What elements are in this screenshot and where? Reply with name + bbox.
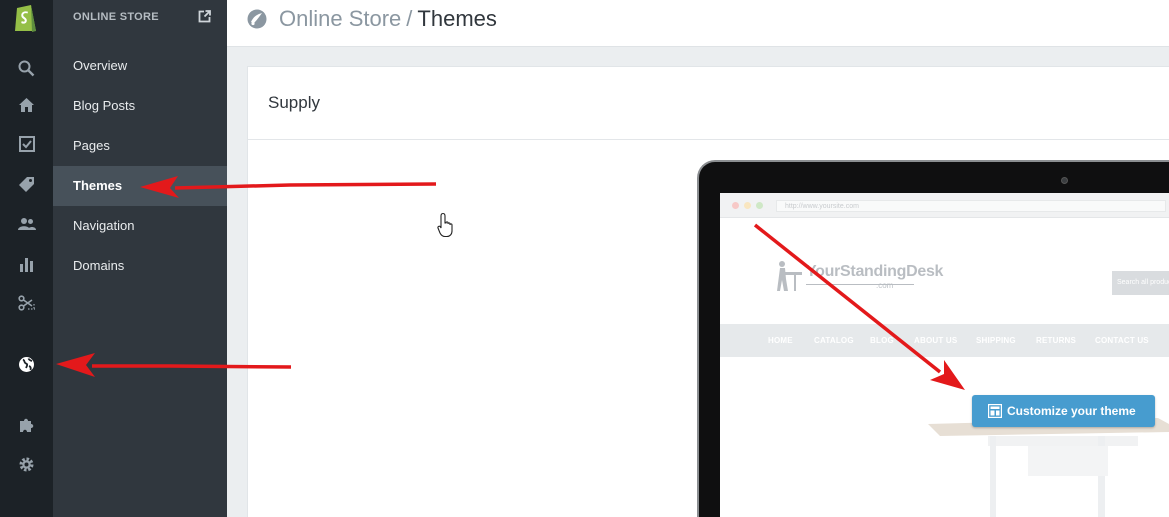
customize-theme-label: Customize your theme — [1007, 404, 1136, 418]
sidebar-item-themes[interactable]: Themes — [53, 166, 227, 206]
online-store-sidebar: ONLINE STORE Overview Blog Posts Pages T… — [53, 0, 227, 517]
orders-icon[interactable] — [0, 127, 53, 161]
search-icon[interactable] — [0, 51, 53, 85]
standing-desk-image — [928, 418, 1169, 517]
products-icon[interactable] — [0, 167, 53, 201]
sidebar-header: ONLINE STORE — [73, 11, 159, 23]
customize-theme-button[interactable]: Customize your theme — [972, 395, 1155, 427]
online-store-palette-icon — [247, 9, 267, 29]
breadcrumb-online-store[interactable]: Online Store — [279, 6, 401, 31]
sidebar-item-pages[interactable]: Pages — [53, 126, 227, 166]
store-logo-suffix: .com — [876, 281, 894, 290]
page-header: Online Store / Themes — [227, 0, 1169, 47]
browser-url: http://www.yoursite.com — [776, 200, 1166, 212]
store-nav-shipping: SHIPPING — [976, 336, 1016, 345]
shopify-logo-icon[interactable] — [12, 2, 40, 34]
hand-pointer-cursor — [437, 212, 453, 238]
sidebar-item-blog-posts[interactable]: Blog Posts — [53, 86, 227, 126]
store-logo: YourStandingDesk .com — [776, 259, 946, 295]
settings-icon[interactable] — [0, 447, 53, 481]
store-nav-returns: RETURNS — [1036, 336, 1077, 345]
browser-minimize-dot — [744, 202, 751, 209]
layout-icon — [988, 404, 1002, 418]
customers-icon[interactable] — [0, 207, 53, 241]
app-icon-rail — [0, 0, 53, 517]
apps-icon[interactable] — [0, 407, 53, 441]
sidebar-item-navigation[interactable]: Navigation — [53, 206, 227, 246]
reports-icon[interactable] — [0, 247, 53, 281]
store-nav-home: HOME — [768, 336, 793, 345]
browser-maximize-dot — [756, 202, 763, 209]
store-search-box: Search all products — [1112, 271, 1169, 295]
page-title: Themes — [417, 6, 497, 31]
external-link-icon[interactable] — [198, 10, 212, 24]
browser-bar: http://www.yoursite.com — [720, 193, 1169, 218]
sidebar-item-domains[interactable]: Domains — [53, 246, 227, 286]
store-nav-blog: BLOG — [870, 336, 894, 345]
breadcrumb: Online Store / Themes — [279, 6, 497, 32]
browser-close-dot — [732, 202, 739, 209]
laptop-camera — [1061, 177, 1068, 184]
theme-name: Supply — [268, 93, 320, 112]
standing-desk-logo-icon — [777, 261, 802, 291]
discounts-icon[interactable] — [0, 286, 53, 320]
store-nav-contact: CONTACT US — [1095, 336, 1149, 345]
store-nav-bar: HOME CATALOG BLOG ABOUT US SHIPPING RETU… — [720, 324, 1169, 357]
breadcrumb-separator: / — [406, 6, 413, 31]
store-nav-about: ABOUT US — [914, 336, 958, 345]
card-divider — [248, 139, 1169, 140]
sidebar-item-overview[interactable]: Overview — [53, 46, 227, 86]
home-icon[interactable] — [0, 88, 53, 122]
store-logo-underline — [806, 284, 914, 285]
store-nav-catalog: CATALOG — [814, 336, 854, 345]
online-store-globe-icon[interactable] — [0, 347, 53, 381]
theme-preview-screen: http://www.yoursite.com YourStandingDesk… — [720, 193, 1169, 517]
store-logo-text: YourStandingDesk — [806, 263, 944, 280]
